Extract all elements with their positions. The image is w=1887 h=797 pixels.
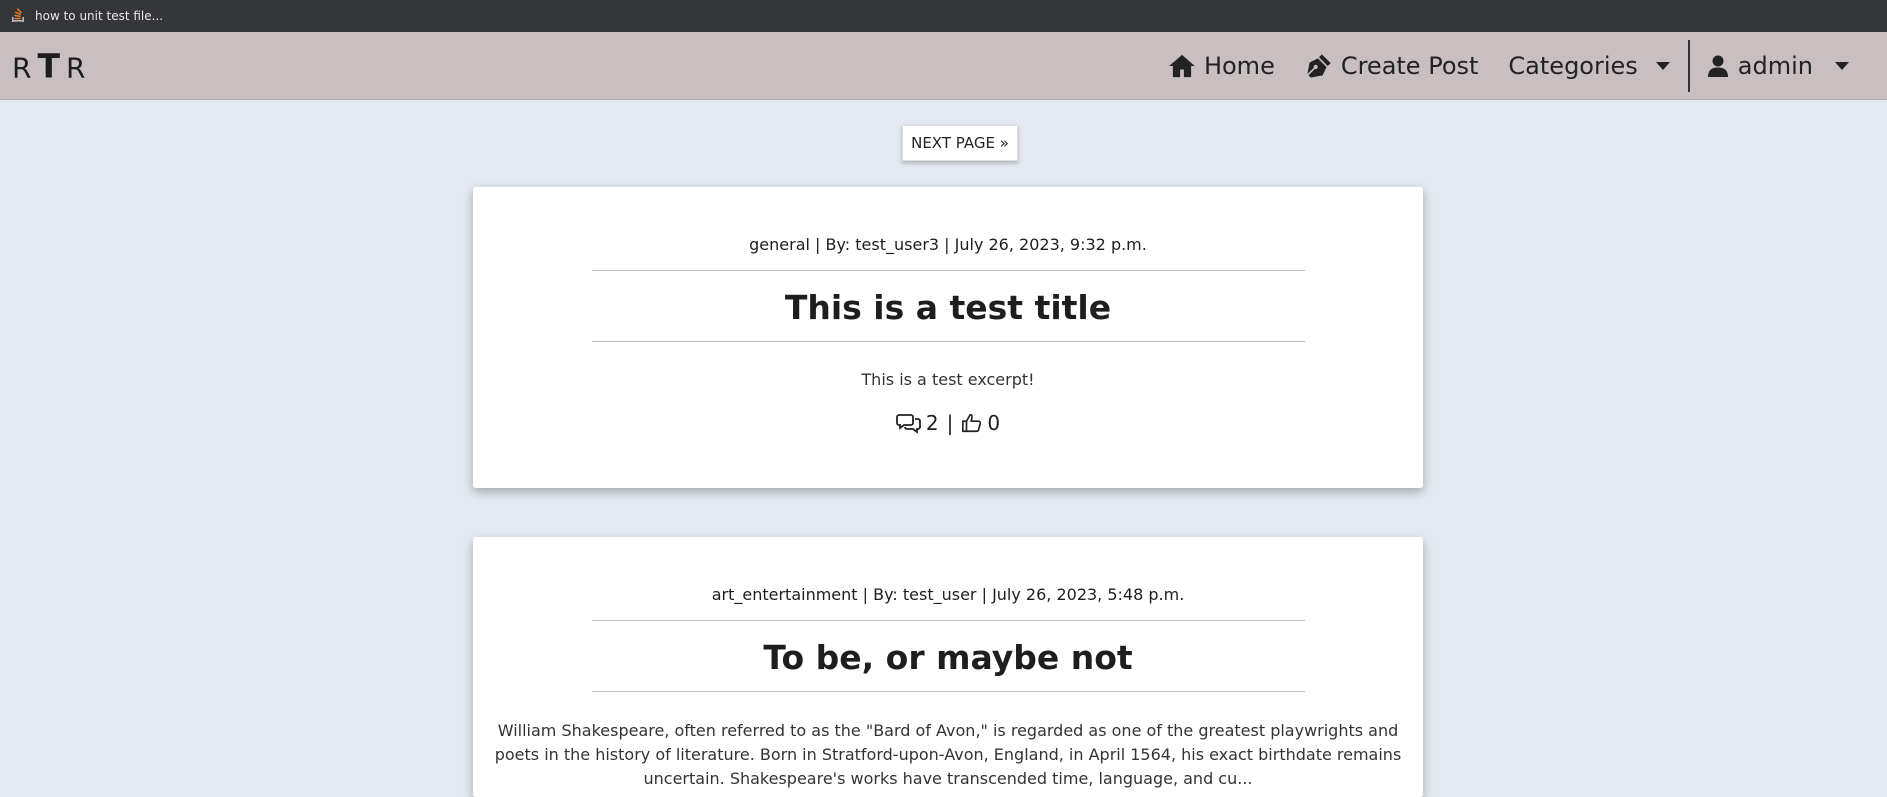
nav-home-label: Home [1203, 52, 1275, 80]
divider [591, 691, 1305, 692]
comment-count: 2 [925, 411, 939, 435]
brand-letter-left: R [12, 51, 38, 84]
nav-divider [1687, 40, 1690, 92]
post-excerpt: This is a test excerpt! [861, 370, 1035, 389]
nav-home-link[interactable]: Home [1168, 52, 1275, 80]
post-meta: art_entertainment | By: test_user | July… [711, 585, 1185, 604]
nav-items: Home Create Post Categories admin [1138, 32, 1849, 100]
next-page-button[interactable]: NEXT PAGE » [902, 125, 1018, 161]
like-count: 0 [987, 411, 1001, 435]
nav-categories-label: Categories [1508, 52, 1638, 80]
post-excerpt: William Shakespeare, often referred to a… [494, 721, 1402, 788]
brand-logo[interactable]: RTR [12, 46, 91, 85]
chevron-down-icon [1835, 62, 1849, 70]
nav-user-label: admin [1737, 52, 1813, 80]
post-title[interactable]: To be, or maybe not [473, 621, 1423, 691]
nav-categories-dropdown[interactable]: Categories [1508, 52, 1670, 80]
chevron-down-icon [1655, 62, 1670, 70]
home-icon [1169, 54, 1195, 78]
divider [591, 341, 1305, 342]
post-title[interactable]: This is a test title [473, 271, 1423, 341]
stackoverflow-icon [12, 8, 24, 22]
bookmark-label: how to unit test file... [35, 9, 164, 23]
pen-nib-icon [1307, 54, 1331, 78]
comments-icon [895, 414, 921, 434]
post-stats: 2 | 0 [473, 411, 1423, 435]
post-card[interactable]: art_entertainment | By: test_user | July… [473, 537, 1423, 797]
top-navbar: RTR Home Create Post Categories admin [0, 32, 1887, 100]
brand-letter-mid: T [37, 46, 66, 85]
post-meta: general | By: test_user3 | July 26, 2023… [749, 235, 1147, 254]
bookmark-item[interactable]: how to unit test file... [10, 8, 163, 24]
brand-letter-right: R [65, 51, 92, 84]
user-icon [1707, 55, 1728, 77]
nav-user-dropdown[interactable]: admin [1706, 52, 1849, 80]
post-card[interactable]: general | By: test_user3 | July 26, 2023… [473, 187, 1423, 488]
nav-create-post-link[interactable]: Create Post [1305, 52, 1479, 80]
stats-separator: | [946, 411, 954, 435]
nav-create-post-label: Create Post [1340, 52, 1479, 80]
thumbs-up-icon [962, 413, 982, 433]
bookmarks-bar: how to unit test file... [0, 0, 1887, 32]
